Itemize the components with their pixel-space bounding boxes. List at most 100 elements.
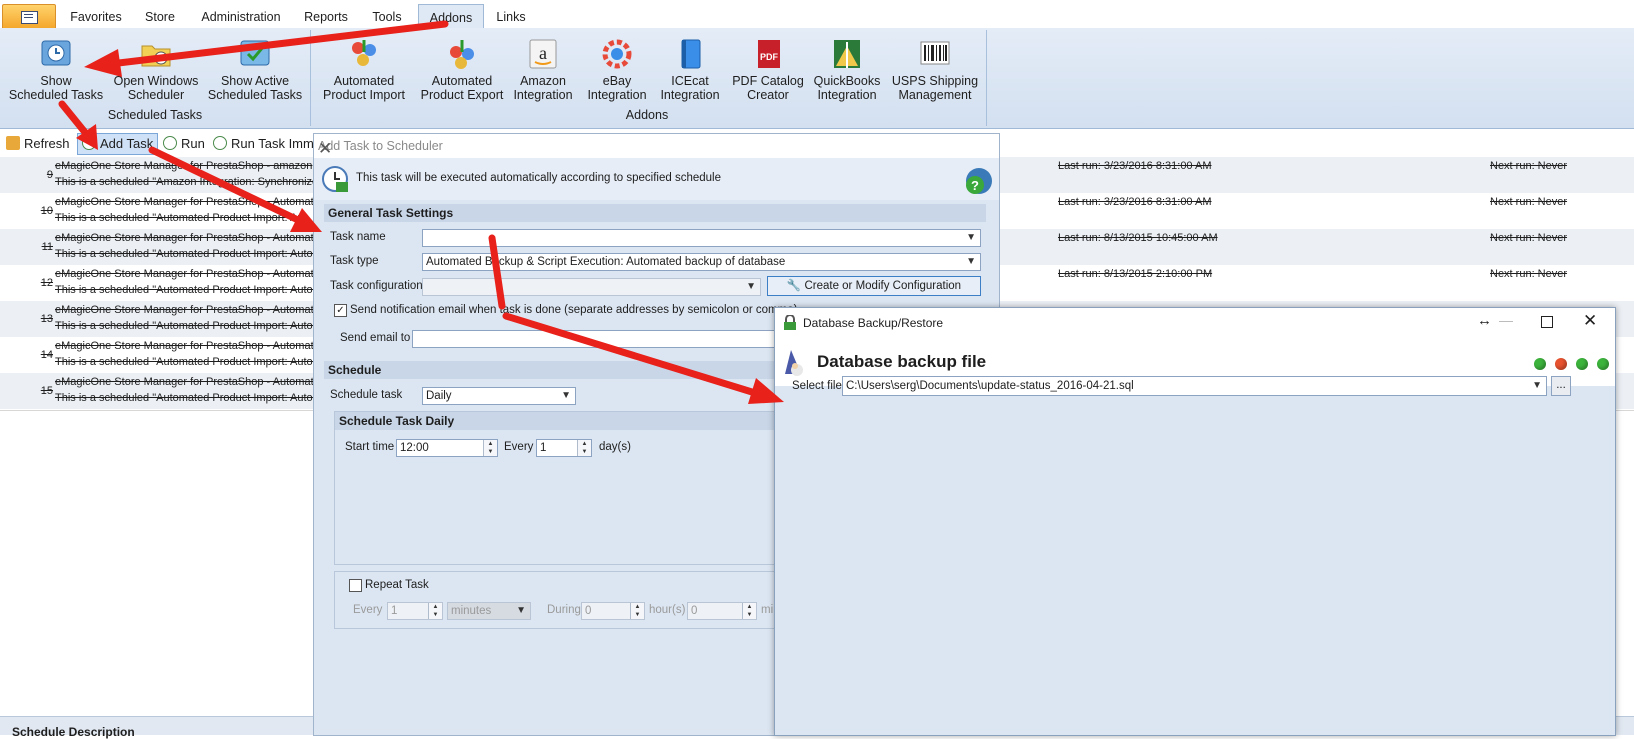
tab-links[interactable]: Links (493, 4, 529, 28)
repeat-unit-select[interactable]: minutes ▼ (447, 602, 531, 620)
resize-icon[interactable]: ↔ (1477, 312, 1492, 329)
dialog-title-bar: Add Task to Scheduler ✕ (314, 134, 999, 158)
add-task-button[interactable]: Add Task (77, 133, 159, 155)
application-menu-button[interactable] (2, 4, 56, 30)
minimize-icon[interactable]: — (1499, 312, 1513, 328)
notify-email-label: Send notification email when task is don… (350, 304, 798, 316)
run-button[interactable]: Run (163, 133, 205, 155)
task-title: eMagicOne Store Manager for PrestaShop -… (55, 232, 313, 244)
tab-administration[interactable]: Administration (196, 4, 286, 28)
during-hours-input[interactable]: 0 ▲ ▼ (581, 602, 645, 620)
status-indicator-icon (1534, 358, 1546, 370)
task-last-run: Last run: 3/23/2016 8:31:00 AM (1058, 160, 1212, 172)
chevron-down-icon[interactable]: ▼ (966, 254, 976, 270)
every-label: Every (504, 441, 534, 453)
database-backup-restore-window: Database Backup/Restore ↔ — ✕ Database b… (774, 307, 1616, 736)
open-windows-scheduler-button[interactable]: Open Windows Scheduler (108, 38, 204, 102)
schedule-task-label: Schedule task (330, 389, 403, 401)
button-label: USPS Shipping (891, 74, 979, 88)
spinner-arrows-icon[interactable]: ▲ ▼ (577, 440, 591, 456)
browse-button[interactable]: ... (1551, 376, 1571, 396)
notify-email-checkbox[interactable]: ✓ (334, 304, 347, 317)
icecat-integration-button[interactable]: ICEcat Integration (655, 38, 725, 102)
menu-icon (21, 11, 38, 24)
spinner-arrows-icon[interactable]: ▲ ▼ (483, 440, 497, 456)
create-or-modify-configuration-button[interactable]: 🔧 Create or Modify Configuration (767, 276, 981, 296)
every-days-input[interactable]: 1 ▲ ▼ (536, 439, 592, 457)
spinner-arrows-icon[interactable]: ▲ ▼ (428, 603, 442, 619)
show-scheduled-tasks-button[interactable]: Show Scheduled Tasks (8, 38, 104, 102)
button-label: QuickBooks (813, 74, 881, 88)
chevron-down-icon[interactable]: ▼ (561, 388, 571, 404)
during-minutes-input[interactable]: 0 ▲ ▼ (687, 602, 757, 620)
maximize-icon[interactable] (1541, 316, 1553, 328)
chevron-down-icon[interactable]: ▼ (516, 603, 526, 619)
task-number: 9 (46, 169, 53, 181)
repeat-every-input[interactable]: 1 ▲ ▼ (387, 602, 443, 620)
quickbooks-integration-button[interactable]: QuickBooks Integration (810, 38, 884, 102)
automated-product-import-button[interactable]: Automated Product Import (318, 38, 410, 102)
repeat-unit-value: minutes (451, 605, 492, 617)
chevron-down-icon[interactable]: ▼ (746, 279, 756, 295)
close-icon[interactable]: ✕ (1583, 311, 1597, 331)
task-type-select[interactable]: Automated Backup & Script Execution: Aut… (422, 253, 981, 271)
select-file-input[interactable]: C:\Users\serg\Documents\update-status_20… (842, 376, 1547, 396)
send-email-label: Send email to (340, 332, 411, 344)
browse-label: ... (1556, 379, 1566, 391)
wrench-icon: 🔧 (786, 280, 802, 292)
show-active-scheduled-tasks-button[interactable]: Show Active Scheduled Tasks (207, 38, 303, 102)
start-time-input[interactable]: 12:00 ▲ ▼ (396, 439, 498, 457)
button-label: Show (40, 74, 72, 88)
spinner-arrows-icon[interactable]: ▲ ▼ (630, 603, 644, 619)
active-tasks-icon (238, 38, 272, 70)
tab-addons[interactable]: Addons (418, 4, 484, 30)
button-label: Show Active (220, 74, 290, 88)
tab-store[interactable]: Store (140, 4, 180, 28)
ebay-gear-icon (600, 38, 634, 70)
during-label: During (547, 604, 581, 616)
refresh-button[interactable]: Refresh (6, 133, 70, 155)
task-last-run: Last run: 3/23/2016 8:31:00 AM (1058, 196, 1212, 208)
schedule-task-select[interactable]: Daily ▼ (422, 387, 576, 405)
window-title: Database Backup/Restore (803, 316, 944, 330)
task-number: 11 (41, 241, 53, 253)
pdf-catalog-creator-button[interactable]: PDF PDF Catalog Creator (731, 38, 805, 102)
spinner-arrows-icon[interactable]: ▲ ▼ (742, 603, 756, 619)
tab-reports[interactable]: Reports (302, 4, 350, 28)
task-number: 15 (40, 385, 53, 397)
tab-favorites[interactable]: Favorites (64, 4, 128, 28)
task-description: This is a scheduled "Automated Product I… (55, 392, 313, 404)
task-last-run: Last run: 8/13/2015 2:10:00 PM (1058, 268, 1213, 280)
amazon-integration-button[interactable]: a Amazon Integration (508, 38, 578, 102)
help-icon[interactable]: ? (964, 166, 994, 196)
usps-shipping-management-button[interactable]: USPS Shipping Management (887, 38, 983, 102)
automated-product-export-button[interactable]: Automated Product Export (416, 38, 508, 102)
refresh-label: Refresh (24, 136, 70, 151)
repeat-task-label: Repeat Task (365, 579, 429, 591)
task-name-label: Task name (330, 231, 386, 243)
product-export-icon (445, 38, 479, 70)
svg-text:?: ? (971, 178, 979, 193)
hours-label: hour(s) (649, 604, 686, 616)
button-label: Automated (431, 74, 493, 88)
during-minutes-value: 0 (691, 605, 698, 617)
chevron-down-icon[interactable]: ▼ (966, 230, 976, 246)
task-name-input[interactable]: ▼ (422, 229, 981, 247)
chevron-down-icon[interactable]: ▼ (1532, 377, 1542, 395)
button-label: PDF Catalog (732, 74, 804, 88)
task-type-value: Automated Backup & Script Execution: Aut… (426, 256, 786, 268)
task-description: This is a scheduled "Automated Product I… (55, 284, 313, 296)
run-task-immediately-button[interactable]: Run Task Imm (213, 133, 314, 155)
close-icon[interactable]: ✕ (318, 139, 991, 159)
lock-icon (784, 315, 796, 330)
repeat-task-checkbox[interactable] (349, 579, 362, 592)
schedule-description-title: Schedule Description (12, 725, 135, 739)
task-configuration-label: Task configuration (330, 280, 423, 292)
task-description: This is a scheduled "Amazon Integration:… (55, 176, 313, 188)
tab-tools[interactable]: Tools (367, 4, 407, 28)
ribbon-tab-bar: Favorites Store Administration Reports T… (0, 0, 1634, 30)
ebay-integration-button[interactable]: eBay Integration (582, 38, 652, 102)
ribbon-panel: Show Scheduled Tasks Open Windows Schedu… (0, 28, 1634, 129)
repeat-every-value: 1 (391, 605, 398, 617)
task-configuration-select[interactable]: ▼ (422, 278, 761, 296)
